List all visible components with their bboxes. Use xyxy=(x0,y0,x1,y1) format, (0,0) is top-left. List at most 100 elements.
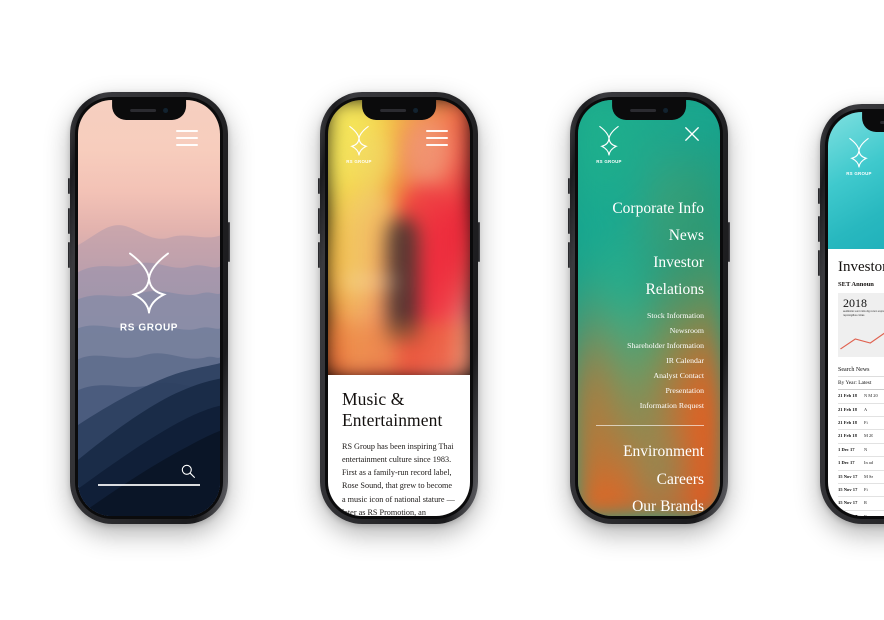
article-title: Music & Entertainment xyxy=(342,388,443,430)
submenu-item-analyst-contact[interactable]: Analyst Contact xyxy=(596,368,704,383)
menu-list: Corporate Info News Investor Relations S… xyxy=(596,196,704,516)
mockup-canvas: RS GROUP RS GROUP Music & Entertainment … xyxy=(0,0,884,620)
submenu-item-stock-information[interactable]: Stock Information xyxy=(596,308,704,323)
page-title: Investor xyxy=(838,259,884,276)
row-text: M Se xyxy=(864,473,874,479)
power-button[interactable] xyxy=(478,222,480,262)
mute-switch[interactable] xyxy=(318,178,320,194)
menu-item-corporate-info[interactable]: Corporate Info xyxy=(596,196,704,223)
volume-down-button[interactable] xyxy=(68,242,70,268)
article-logo-block: RS GROUP xyxy=(346,124,372,164)
table-row[interactable]: 15 Nov 17 R xyxy=(838,511,884,516)
table-row[interactable]: 15 Nov 17 M Se xyxy=(838,471,884,484)
year-filter-select[interactable]: By Year: Latest xyxy=(838,377,884,391)
table-row[interactable]: 21 Feb 18 Fi xyxy=(838,417,884,431)
card-blurb: audiloctio sunt mitis dig rerum expre co… xyxy=(843,310,884,318)
table-row[interactable]: 21 Feb 18 M 20 xyxy=(838,430,884,444)
mini-line-chart xyxy=(840,333,884,350)
news-list: 21 Feb 18 N M 20 21 Feb 18 A 21 Feb 18 F… xyxy=(838,390,884,516)
front-camera-icon xyxy=(412,107,418,113)
row-text: Fi xyxy=(864,420,868,426)
submenu-item-ir-calendar[interactable]: IR Calendar xyxy=(596,353,704,368)
phone-device-3: RS GROUP Corporate Info News Investor Re… xyxy=(568,92,730,524)
mute-switch[interactable] xyxy=(568,178,570,194)
card-year: 2018 xyxy=(843,296,867,311)
phone-device-2: RS GROUP Music & Entertainment RS Group … xyxy=(318,92,480,524)
earpiece-speaker xyxy=(379,108,406,112)
row-date: 15 Nov 17 xyxy=(838,500,858,506)
brand-wordmark: RS GROUP xyxy=(346,159,372,164)
announcement-card[interactable]: 2018 audiloctio sunt mitis dig rerum exp… xyxy=(838,293,884,358)
hamburger-menu-icon[interactable] xyxy=(426,130,448,146)
table-row[interactable]: 15 Nov 17 Fi xyxy=(838,484,884,498)
submenu-item-newsroom[interactable]: Newsroom xyxy=(596,323,704,338)
phone1-screen: RS GROUP xyxy=(78,100,220,516)
submenu-item-presentation[interactable]: Presentation xyxy=(596,383,704,398)
menu-divider xyxy=(596,425,704,427)
row-date: 21 Feb 18 xyxy=(838,406,857,412)
notch xyxy=(362,100,436,120)
table-row[interactable]: 21 Feb 18 A xyxy=(838,404,884,418)
volume-up-button[interactable] xyxy=(68,208,70,234)
mute-switch[interactable] xyxy=(68,178,70,194)
row-date: 1 Dec 17 xyxy=(838,446,855,452)
search-icon[interactable] xyxy=(180,463,196,479)
earpiece-speaker xyxy=(879,120,884,124)
volume-down-button[interactable] xyxy=(318,242,320,268)
hamburger-menu-icon[interactable] xyxy=(176,130,198,146)
menu-item-our-brands[interactable]: Our Brands xyxy=(596,493,704,516)
row-date: 21 Feb 18 xyxy=(838,393,857,399)
menu-logo-block: RS GROUP xyxy=(596,124,622,164)
table-row[interactable]: 1 Dec 17 N xyxy=(838,444,884,458)
article-body: RS Group has been inspiring Thai enterta… xyxy=(342,441,455,516)
phone-device-1: RS GROUP xyxy=(68,92,230,524)
submenu-item-shareholder-information[interactable]: Shareholder Information xyxy=(596,338,704,353)
menu-item-investor-relations[interactable]: Investor Relations xyxy=(596,250,704,304)
search-bar[interactable] xyxy=(98,464,200,486)
row-text: M 20 xyxy=(864,433,874,439)
menu-item-environment[interactable]: Environment xyxy=(596,438,704,466)
volume-up-button[interactable] xyxy=(318,208,320,234)
row-date: 15 Nov 17 xyxy=(838,514,860,516)
row-date: 15 Nov 17 xyxy=(838,473,858,479)
power-button[interactable] xyxy=(228,222,230,262)
front-camera-icon xyxy=(162,107,168,113)
phone2-screen: RS GROUP Music & Entertainment RS Group … xyxy=(328,100,470,516)
table-row[interactable]: 15 Nov 17 R xyxy=(838,497,884,511)
menu-item-careers[interactable]: Careers xyxy=(596,466,704,494)
row-text: N M 20 xyxy=(864,393,878,399)
rs-group-logo-icon xyxy=(599,125,619,156)
notch xyxy=(112,100,186,120)
row-text: Fi xyxy=(864,486,868,492)
submenu-item-information-request[interactable]: Information Request xyxy=(596,398,704,413)
table-row[interactable]: 1 Dec 17 In ad xyxy=(838,457,884,471)
brand-wordmark: RS GROUP xyxy=(119,322,179,334)
section-subtitle: SET Announ xyxy=(838,281,874,289)
volume-down-button[interactable] xyxy=(568,242,570,268)
investor-logo-block: RS GROUP xyxy=(846,136,872,176)
row-text: N xyxy=(864,446,868,452)
volume-up-button[interactable] xyxy=(818,216,820,242)
menu-item-news[interactable]: News xyxy=(596,223,704,250)
row-date: 21 Feb 18 xyxy=(838,420,857,426)
close-x-icon[interactable] xyxy=(684,126,700,142)
rs-group-logo-icon xyxy=(129,252,169,314)
row-text: A xyxy=(864,406,868,412)
phone-device-4: RS GROUP Investor SET Announ 2018 audilo… xyxy=(818,104,884,524)
investor-header-banner: RS GROUP xyxy=(828,112,884,250)
volume-down-button[interactable] xyxy=(818,250,820,276)
brand-wordmark: RS GROUP xyxy=(846,171,872,176)
mute-switch[interactable] xyxy=(818,188,820,204)
brand-wordmark: RS GROUP xyxy=(596,159,622,164)
power-button[interactable] xyxy=(728,222,730,262)
earpiece-speaker xyxy=(629,108,656,112)
search-news-input[interactable]: Search News xyxy=(838,364,884,378)
row-text: R xyxy=(864,514,867,516)
rs-group-logo-icon xyxy=(849,137,869,168)
row-date: 1 Dec 17 xyxy=(838,460,855,466)
article-card: Music & Entertainment RS Group has been … xyxy=(328,374,470,516)
table-row[interactable]: 21 Feb 18 N M 20 xyxy=(838,390,884,404)
volume-up-button[interactable] xyxy=(568,208,570,234)
row-date: 15 Nov 17 xyxy=(838,486,858,492)
rs-group-logo-icon xyxy=(349,125,369,156)
